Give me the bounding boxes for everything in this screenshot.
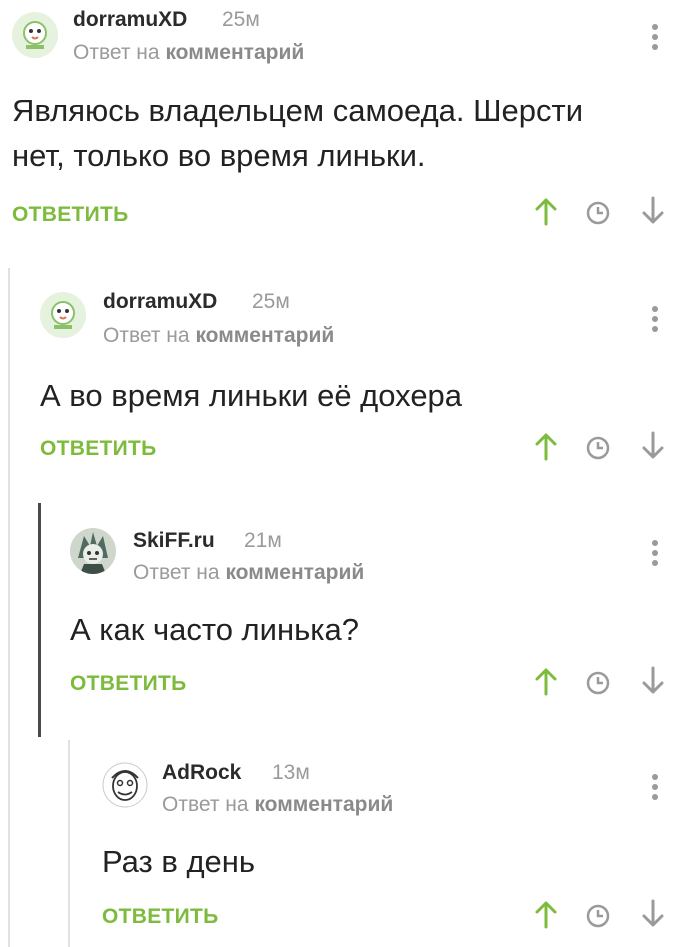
more-vertical-icon[interactable]: [650, 24, 660, 52]
comment-time: 13м: [272, 761, 310, 784]
comment-author[interactable]: SkiFF.ru: [133, 529, 215, 553]
more-vertical-icon[interactable]: [650, 774, 660, 802]
reply-to-target: комментарий: [225, 561, 365, 584]
arrow-down-icon[interactable]: [640, 431, 666, 461]
more-vertical-icon[interactable]: [650, 306, 660, 334]
avatar[interactable]: [102, 762, 148, 808]
comment-text: Являюсь владельцем самоеда. Шерсти нет, …: [12, 88, 583, 178]
reply-to-link[interactable]: Ответ на комментарий: [103, 324, 334, 348]
comment-time: 25м: [222, 8, 260, 31]
avatar[interactable]: [40, 292, 86, 338]
arrow-down-icon[interactable]: [640, 899, 666, 929]
comment-time: 21м: [244, 529, 282, 552]
avatar[interactable]: [12, 12, 58, 58]
reply-to-link[interactable]: Ответ на комментарий: [73, 41, 304, 65]
reply-to-link[interactable]: Ответ на комментарий: [162, 793, 393, 817]
reply-to-prefix: Ответ на: [103, 324, 190, 347]
clock-icon[interactable]: [585, 198, 611, 228]
arrow-up-icon[interactable]: [533, 196, 559, 226]
comment: dorramuXD 25м Ответ на комментарий А во …: [0, 280, 681, 495]
reply-button[interactable]: ОТВЕТИТЬ: [102, 905, 219, 929]
reply-button[interactable]: ОТВЕТИТЬ: [70, 672, 187, 696]
comment-text: Раз в день: [102, 839, 255, 884]
reply-to-prefix: Ответ на: [133, 561, 220, 584]
arrow-up-icon[interactable]: [533, 666, 559, 696]
reply-to-prefix: Ответ на: [162, 793, 249, 816]
more-vertical-icon[interactable]: [650, 540, 660, 568]
comment-time: 25м: [252, 290, 290, 313]
comment-text-line: нет, только во время линьки.: [12, 138, 426, 173]
arrow-down-icon[interactable]: [640, 666, 666, 696]
comment-text-line: Раз в день: [102, 844, 256, 879]
comment-text-line: А как часто линька?: [70, 612, 359, 647]
comment-author[interactable]: AdRock: [162, 761, 241, 785]
reply-to-target: комментарий: [195, 324, 335, 347]
clock-icon[interactable]: [585, 433, 611, 463]
comment-author[interactable]: dorramuXD: [103, 290, 217, 314]
arrow-down-icon[interactable]: [640, 196, 666, 226]
comment-text-line: Являюсь владельцем самоеда. Шерсти: [12, 93, 584, 128]
comment: dorramuXD 25м Ответ на комментарий Являю…: [0, 0, 681, 260]
arrow-up-icon[interactable]: [533, 431, 559, 461]
comment-text: А во время линьки её дохера: [40, 373, 462, 418]
clock-icon[interactable]: [585, 668, 611, 698]
clock-icon[interactable]: [585, 901, 611, 931]
reply-button[interactable]: ОТВЕТИТЬ: [40, 437, 157, 461]
reply-to-link[interactable]: Ответ на комментарий: [133, 561, 364, 585]
reply-button[interactable]: ОТВЕТИТЬ: [12, 203, 129, 227]
reply-to-prefix: Ответ на: [73, 41, 160, 64]
comment-author[interactable]: dorramuXD: [73, 8, 187, 32]
arrow-up-icon[interactable]: [533, 899, 559, 929]
avatar[interactable]: [70, 528, 116, 574]
comment-text: А как часто линька?: [70, 607, 359, 652]
reply-to-target: комментарий: [254, 793, 394, 816]
reply-to-target: комментарий: [165, 41, 305, 64]
comment: AdRock 13м Ответ на комментарий Раз в де…: [0, 750, 681, 947]
comment: SkiFF.ru 21м Ответ на комментарий А как …: [0, 516, 681, 736]
comment-text-line: А во время линьки её дохера: [40, 378, 463, 413]
